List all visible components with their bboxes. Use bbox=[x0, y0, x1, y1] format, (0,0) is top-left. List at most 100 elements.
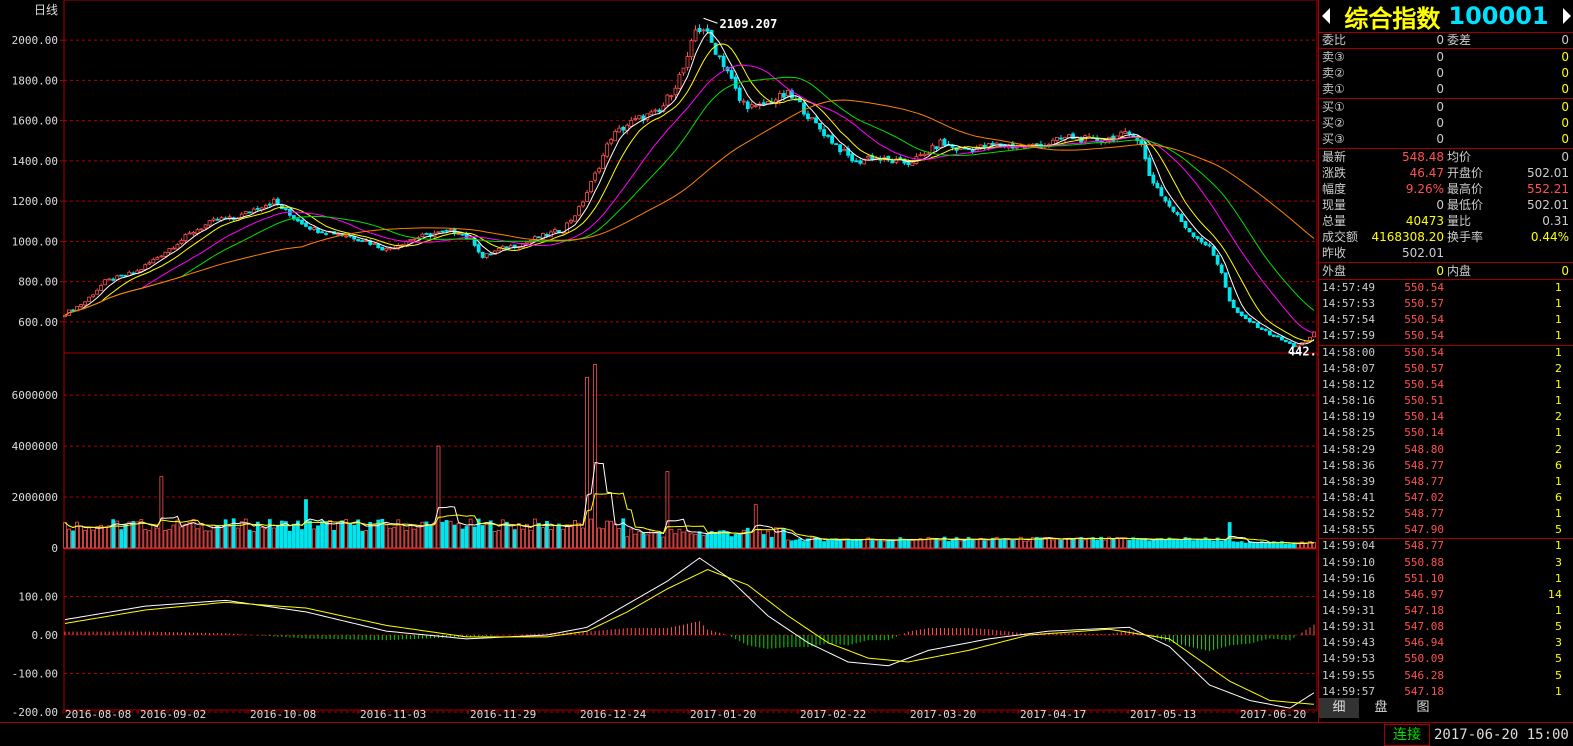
candle bbox=[781, 93, 786, 98]
volume-bar bbox=[870, 539, 875, 549]
volume-bar bbox=[593, 364, 598, 549]
candle bbox=[364, 240, 369, 242]
volume-bar bbox=[605, 520, 610, 549]
candle bbox=[151, 258, 156, 264]
candle bbox=[890, 160, 895, 164]
volume-bar bbox=[452, 524, 457, 549]
candle bbox=[922, 153, 927, 157]
order-ratio-value: 0 bbox=[1436, 33, 1444, 47]
candle bbox=[255, 207, 260, 210]
volume-bar bbox=[95, 526, 100, 549]
tick-row: 14:59:31 547.08 5 bbox=[1319, 619, 1573, 635]
volume-bar bbox=[790, 540, 794, 549]
candle bbox=[1191, 232, 1196, 237]
volume-bar bbox=[135, 521, 140, 549]
candle bbox=[524, 241, 529, 244]
candle bbox=[834, 143, 838, 146]
candle bbox=[665, 94, 670, 106]
quote-value: 552.21 bbox=[1527, 182, 1569, 196]
volume-bar bbox=[846, 538, 851, 549]
chart-frame bbox=[63, 0, 1318, 711]
candle bbox=[412, 238, 417, 241]
volume-bar bbox=[87, 527, 91, 549]
volume-bar bbox=[167, 528, 172, 549]
candle bbox=[573, 215, 577, 222]
volume-bar bbox=[922, 538, 927, 549]
prev-arrow-icon[interactable] bbox=[1322, 8, 1330, 24]
candle bbox=[163, 251, 168, 257]
tick-price: 546.28 bbox=[1404, 668, 1444, 682]
volume-bar bbox=[1151, 540, 1156, 549]
tab-detail[interactable]: 细 bbox=[1319, 698, 1359, 718]
volume-bar bbox=[854, 538, 859, 549]
x-tick-label: 2017-05-13 bbox=[1130, 708, 1196, 721]
volume-bar bbox=[271, 527, 276, 549]
candle bbox=[1059, 137, 1063, 140]
volume-bar bbox=[946, 541, 951, 549]
volume-bar bbox=[902, 538, 907, 549]
x-tick-label: 2017-01-20 bbox=[690, 708, 756, 721]
volume-bar bbox=[657, 532, 662, 549]
volume-bar bbox=[300, 529, 304, 549]
y-tick-label: 0 bbox=[51, 542, 58, 555]
candle bbox=[609, 139, 614, 144]
volume-bar bbox=[179, 526, 184, 549]
y-tick-label: -200.00 bbox=[12, 706, 58, 719]
connection-status[interactable]: 连接 bbox=[1384, 724, 1430, 746]
tick-row: 14:58:00 550.54 1 bbox=[1319, 345, 1573, 361]
candle bbox=[1211, 246, 1216, 256]
candle bbox=[597, 168, 602, 173]
kline-chart[interactable]: 日线 2000.00 1800.00 1600.00 1400.00 1200.00 100… bbox=[0, 0, 1318, 722]
volume-bar bbox=[1263, 542, 1268, 549]
candle bbox=[283, 208, 288, 210]
volume-bar bbox=[609, 520, 614, 549]
volume-bar bbox=[143, 529, 148, 549]
tick-time: 14:58:36 bbox=[1322, 458, 1375, 472]
candle bbox=[324, 233, 328, 235]
volume-bar bbox=[725, 532, 730, 549]
candle bbox=[910, 162, 915, 167]
volume-bar bbox=[175, 519, 180, 549]
tick-price: 550.54 bbox=[1404, 345, 1444, 359]
candle bbox=[741, 100, 746, 103]
candle bbox=[1183, 220, 1188, 229]
sell-price: 0 bbox=[1436, 82, 1444, 96]
volume-bar bbox=[1111, 538, 1116, 549]
y-tick-label: 100.00 bbox=[18, 591, 58, 604]
volume-bar bbox=[569, 526, 573, 549]
volume-bar bbox=[536, 523, 541, 549]
volume-bar bbox=[492, 531, 497, 549]
tab-chart[interactable]: 图 bbox=[1403, 698, 1443, 718]
volume-bar bbox=[1123, 537, 1128, 549]
candle bbox=[1155, 182, 1160, 189]
quote-label: 昨收 bbox=[1322, 246, 1347, 260]
volume-bar bbox=[316, 525, 320, 549]
low-label: 442.1505 bbox=[1288, 345, 1318, 359]
volume-bar bbox=[444, 520, 449, 549]
volume-bar bbox=[1171, 539, 1176, 549]
volume-bar bbox=[332, 529, 336, 549]
candle bbox=[496, 247, 501, 252]
volume-bar bbox=[67, 528, 71, 549]
volume-bar bbox=[1055, 538, 1059, 549]
tick-volume: 3 bbox=[1555, 636, 1562, 650]
tick-row: 14:57:59 550.54 1 bbox=[1319, 328, 1573, 344]
candle bbox=[103, 279, 108, 286]
tick-volume: 5 bbox=[1555, 668, 1562, 682]
volume-bar bbox=[1251, 542, 1256, 549]
buy-price: 0 bbox=[1436, 100, 1444, 114]
tick-time: 14:59:04 bbox=[1322, 539, 1375, 553]
volume-bar bbox=[1075, 537, 1079, 549]
volume-bar bbox=[958, 540, 963, 549]
volume-bar bbox=[1006, 539, 1011, 549]
volume-bar bbox=[191, 518, 196, 549]
candle bbox=[167, 248, 172, 253]
volume-bars bbox=[63, 364, 1316, 549]
x-tick-label: 2017-04-17 bbox=[1020, 708, 1086, 721]
tab-book[interactable]: 盘 bbox=[1361, 698, 1401, 718]
tick-time: 14:58:16 bbox=[1322, 394, 1375, 408]
volume-bar bbox=[127, 521, 132, 549]
next-arrow-icon[interactable] bbox=[1563, 8, 1571, 24]
tick-price: 548.80 bbox=[1404, 442, 1444, 456]
tick-time: 14:59:31 bbox=[1322, 620, 1375, 634]
